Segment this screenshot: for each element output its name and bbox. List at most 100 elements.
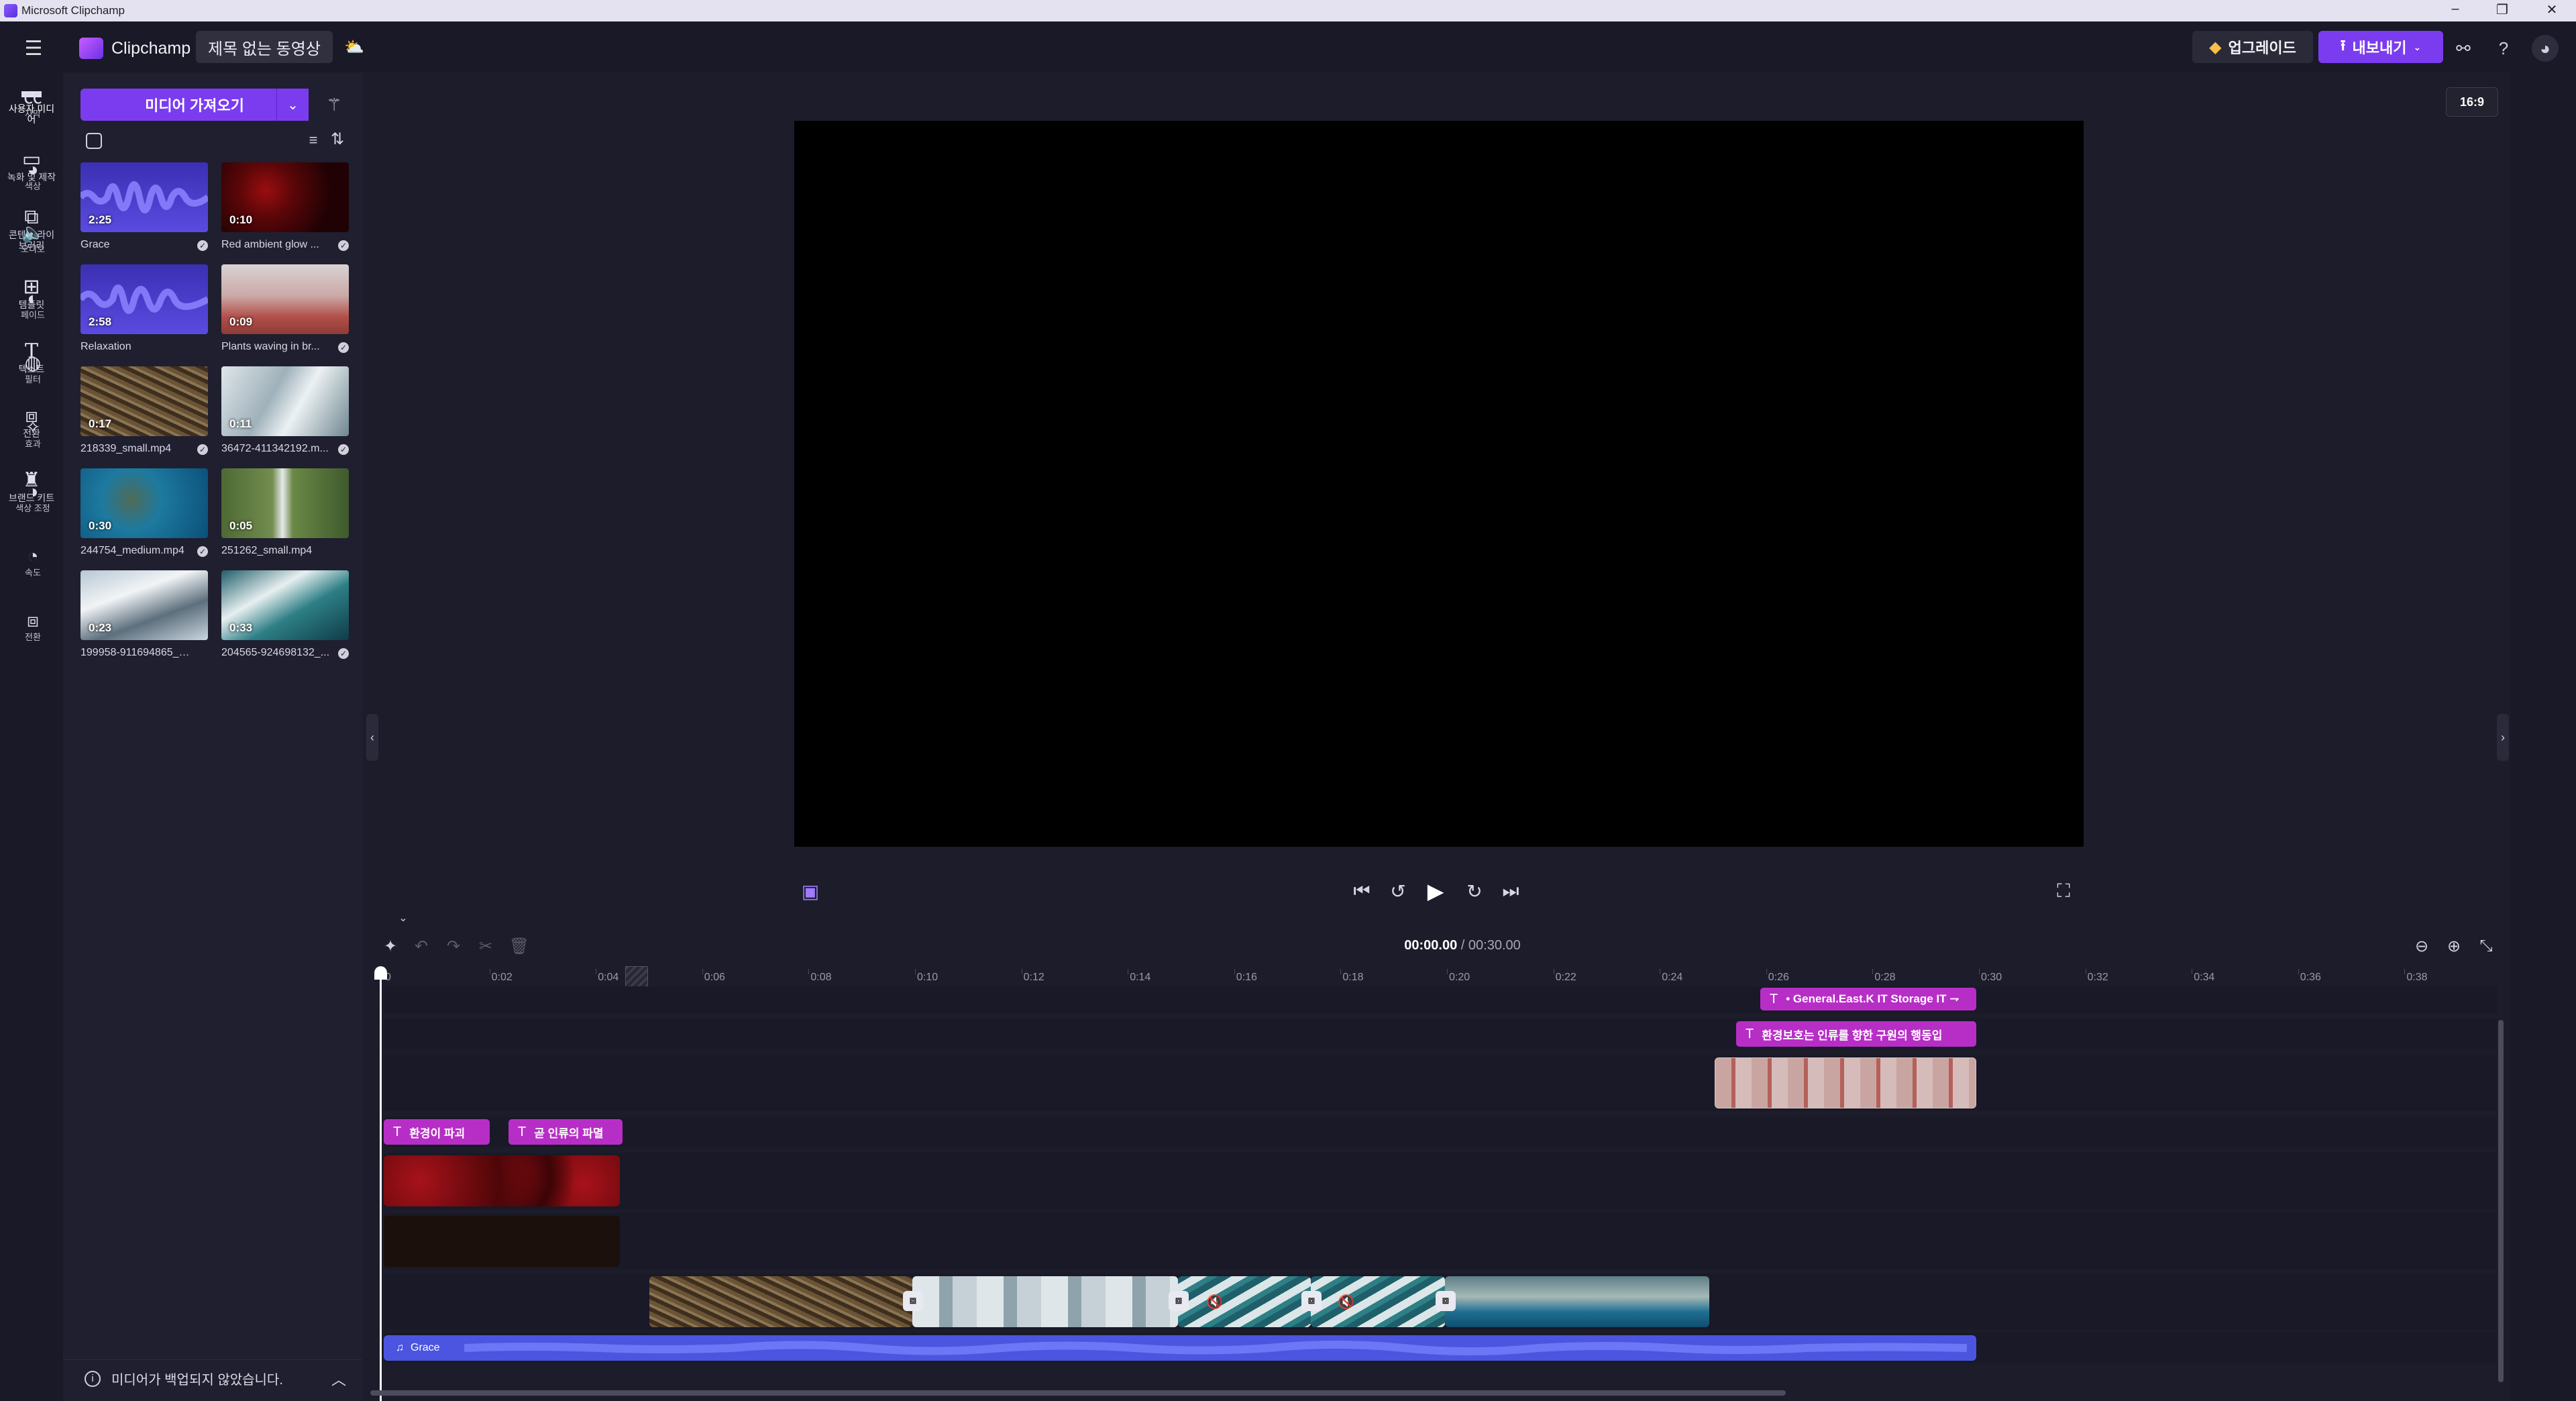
media-thumbnail-waves[interactable]: 0:33 <box>221 570 349 640</box>
ruler-tick-label: 0:30 <box>1978 969 2002 983</box>
share-icon[interactable]: ⚯ <box>2450 35 2477 62</box>
video-clip-plants[interactable] <box>1715 1057 1976 1108</box>
timeline-vertical-scrollbar[interactable] <box>2498 1020 2504 1382</box>
ruler-tick-label: 0:16 <box>1234 969 1257 983</box>
aspect-ratio-button[interactable]: 16:9 <box>2446 87 2498 117</box>
transition-icon[interactable]: ⧈ <box>1169 1291 1189 1311</box>
text-clip-label: 환경이 파괴 <box>409 1127 466 1140</box>
undo-icon[interactable]: ↶ <box>409 933 433 959</box>
rr-item-captions[interactable]: ㏄ 자막 <box>0 86 66 119</box>
text-clip-label: • General.East.K IT Storage IT ⇁ <box>1786 992 1960 1005</box>
text-clip-general[interactable]: T • General.East.K IT Storage IT ⇁ <box>1760 988 1976 1010</box>
collapse-right-panel-handle[interactable]: › <box>2497 714 2509 761</box>
media-thumbnail-snow[interactable]: 0:23 <box>80 570 208 640</box>
close-icon[interactable]: ✕ <box>2532 1 2572 18</box>
transition-icon[interactable]: ⧈ <box>903 1291 923 1311</box>
checkmark-icon: ✓ <box>197 240 208 251</box>
video-clip-waves-2[interactable] <box>1311 1276 1445 1327</box>
media-thumbnail-grace[interactable]: 2:25 <box>80 162 208 232</box>
os-window-title: Microsoft Clipchamp <box>21 4 125 17</box>
media-thumbnail-ocean[interactable]: 0:30 <box>80 468 208 538</box>
text-clip-protect[interactable]: T 환경보호는 인류를 향한 구원의 행동입 <box>1736 1021 1976 1047</box>
rr-item-filter[interactable]: ◍ 필터 <box>0 352 66 384</box>
video-clip-dark[interactable] <box>384 1216 620 1267</box>
text-clip-destroy[interactable]: T 환경이 파괴 <box>384 1119 490 1145</box>
video-clip-glacier[interactable] <box>912 1276 1178 1327</box>
transition-icon[interactable]: ⧈ <box>1436 1291 1456 1311</box>
current-time: 00:00.00 <box>1404 938 1458 953</box>
media-thumbnail-relaxation[interactable]: 2:58 <box>80 264 208 334</box>
video-clip-branches[interactable] <box>649 1276 912 1327</box>
video-clip-waves-1[interactable] <box>1178 1276 1311 1327</box>
sort-icon[interactable]: ⇅ <box>327 129 347 149</box>
rewind-5s-icon[interactable]: ↺ <box>1383 878 1413 904</box>
skip-to-end-icon[interactable]: ⏭ <box>1496 878 1525 904</box>
redo-icon[interactable]: ↷ <box>441 933 466 959</box>
media-name: 244754_medium.mp4 <box>80 545 184 556</box>
rr-item-color[interactable]: ◕ 색상 <box>0 158 66 191</box>
ruler-tick-label: 0:22 <box>1553 969 1576 983</box>
help-icon[interactable]: ? <box>2490 35 2517 62</box>
magic-edit-icon[interactable]: ✦ <box>378 933 402 959</box>
hamburger-menu-icon[interactable]: ☰ <box>19 36 48 60</box>
maximize-icon[interactable]: ❐ <box>2482 1 2522 18</box>
rr-item-speed[interactable]: ◔ 속도 <box>0 545 66 578</box>
rr-item-effects[interactable]: ✧ 효과 <box>0 416 66 449</box>
forward-5s-icon[interactable]: ↻ <box>1460 878 1489 904</box>
timeline-horizontal-scrollbar[interactable] <box>370 1390 1786 1396</box>
split-icon[interactable]: ✂ <box>474 933 498 959</box>
import-dropdown-chevron-icon[interactable]: ⌄ <box>276 89 309 121</box>
playhead-handle[interactable] <box>374 966 387 980</box>
ruler-tick-label: 0:02 <box>489 969 513 983</box>
delete-icon[interactable]: 🗑 <box>507 933 531 959</box>
media-thumbnail-plants[interactable]: 0:09 <box>221 264 349 334</box>
rr-item-transition[interactable]: ⧈ 전환 <box>0 609 66 642</box>
palette-icon: ◕ <box>27 159 39 180</box>
preview-canvas[interactable] <box>794 121 2084 847</box>
autosave-off-icon[interactable]: ⛅ <box>339 34 369 60</box>
minimize-icon[interactable]: – <box>2435 1 2475 17</box>
chevron-up-icon: ︿ <box>331 1371 346 1388</box>
playhead[interactable] <box>380 968 382 1401</box>
import-media-button[interactable]: 미디어 가져오기 <box>80 89 309 121</box>
backup-notice[interactable]: i 미디어가 백업되지 않았습니다. ︿ <box>63 1359 362 1397</box>
audio-clip-grace[interactable]: ♫ Grace <box>384 1335 1976 1361</box>
track-text-2 <box>384 1019 2497 1049</box>
magic-wand-icon[interactable]: ⚚ <box>319 90 349 119</box>
checkmark-icon: ✓ <box>338 648 349 659</box>
filter-icon: ◍ <box>24 352 42 373</box>
rr-item-audio[interactable]: 🔈 오디오 <box>0 221 66 254</box>
fullscreen-icon[interactable]: ⛶ <box>2049 878 2078 904</box>
screen-record-icon[interactable]: ▣ <box>796 878 825 904</box>
muted-speaker-icon: 🔇 <box>1206 1295 1223 1310</box>
speed-icon: ◔ <box>27 546 39 566</box>
avatar-icon[interactable]: ◕ <box>2532 35 2559 62</box>
text-clip-soon[interactable]: T 곧 인류의 파멸 <box>508 1119 623 1145</box>
media-duration: 0:17 <box>89 417 112 430</box>
media-thumbnail-branches[interactable]: 0:17 <box>80 366 208 436</box>
rr-item-color-adjust[interactable]: ◑ 색상 조정 <box>0 480 66 513</box>
video-clip-ocean[interactable] <box>1445 1276 1709 1327</box>
checkmark-icon: ✓ <box>338 342 349 353</box>
media-duration: 2:58 <box>89 315 112 328</box>
speaker-icon: 🔈 <box>21 222 45 243</box>
transition-icon[interactable]: ⧈ <box>1301 1291 1322 1311</box>
rr-item-fade[interactable]: ◐ 페이드 <box>0 287 66 320</box>
skip-to-start-icon[interactable]: ⏮ <box>1347 878 1377 904</box>
collapse-left-panel-handle[interactable]: ‹ <box>366 714 378 761</box>
media-thumbnail-red-glow[interactable]: 0:10 <box>221 162 349 232</box>
zoom-in-icon[interactable]: ⊕ <box>2442 933 2466 959</box>
play-button[interactable]: ▶ <box>1421 878 1450 904</box>
media-thumbnail-glacier[interactable]: 0:11 <box>221 366 349 436</box>
video-clip-red-glow[interactable] <box>384 1155 620 1206</box>
clipchamp-app: Microsoft Clipchamp – ❐ ✕ ☰ Clipchamp 제목… <box>0 0 2576 1401</box>
filter-icon[interactable]: ≡ <box>303 130 323 150</box>
upgrade-button[interactable]: ◆ 업그레이드 <box>2192 31 2313 63</box>
project-title[interactable]: 제목 없는 동영상 <box>196 31 333 63</box>
fit-timeline-icon[interactable]: ⤡ <box>2474 933 2498 959</box>
export-button[interactable]: ⭱ 내보내기 ⌄ <box>2318 31 2443 63</box>
media-thumbnail-waterfall[interactable]: 0:05 <box>221 468 349 538</box>
select-all-checkbox[interactable] <box>86 133 102 149</box>
upload-icon: ⭱ <box>2340 37 2346 54</box>
zoom-out-icon[interactable]: ⊖ <box>2410 933 2434 959</box>
